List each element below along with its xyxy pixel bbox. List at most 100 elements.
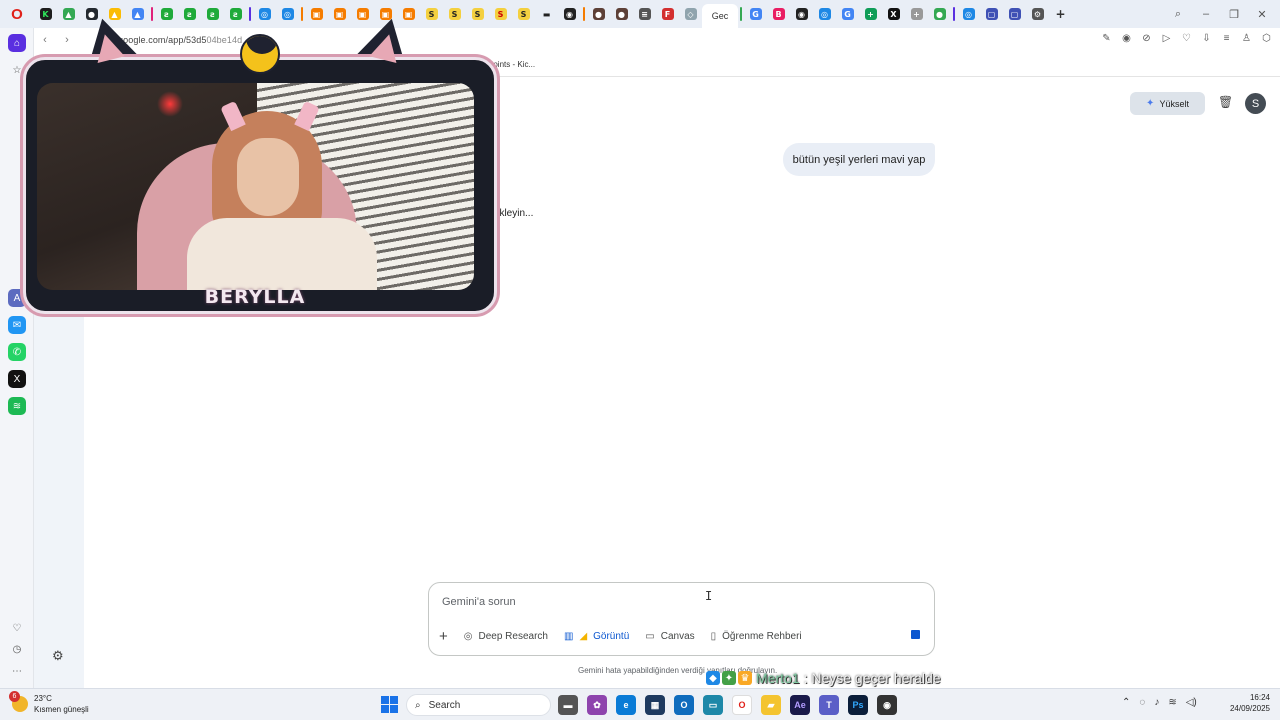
tab[interactable]: ◎ — [813, 3, 836, 25]
minimize-button[interactable]: – — [1200, 8, 1212, 20]
opera-icon[interactable]: O — [732, 695, 752, 715]
vpn-icon[interactable]: ⊘ — [1141, 33, 1152, 44]
clock[interactable]: 16:24 24/09/2025 — [1226, 692, 1270, 714]
tab[interactable]: ◎ — [957, 3, 980, 25]
microphone-icon[interactable]: ♪ — [1154, 697, 1159, 708]
tab-active[interactable]: Gec — [702, 4, 738, 28]
restore-button[interactable]: ❐ — [1228, 8, 1240, 21]
tab[interactable]: S — [512, 3, 535, 25]
tab[interactable]: S — [466, 3, 489, 25]
close-button[interactable]: ✕ — [1256, 8, 1268, 21]
tab[interactable]: ƨ — [201, 3, 224, 25]
upgrade-button[interactable]: ✦ Yükselt — [1130, 92, 1205, 115]
weather-widget[interactable]: 6 23°C Kısmen güneşli — [9, 691, 89, 715]
x-icon[interactable]: X — [8, 370, 26, 388]
copilot-icon[interactable]: ✿ — [587, 695, 607, 715]
after-effects-icon[interactable]: Ae — [790, 695, 810, 715]
tab[interactable]: + — [859, 3, 882, 25]
new-tab-button[interactable]: + — [1049, 3, 1072, 25]
spotify-icon[interactable]: ≋ — [8, 397, 26, 415]
chevron-up-icon[interactable]: ⌃ — [1122, 697, 1130, 708]
edge-icon[interactable]: e — [616, 695, 636, 715]
stop-button[interactable] — [911, 630, 920, 639]
tab[interactable]: X — [882, 3, 905, 25]
forward-button[interactable]: › — [56, 34, 78, 46]
tab[interactable]: + — [905, 3, 928, 25]
prompt-box[interactable]: Gemini'a sorun + ◎ Deep Research ▥ ◢ Gör… — [428, 582, 935, 656]
play-icon[interactable]: ▷ — [1161, 33, 1172, 44]
tab[interactable]: S — [443, 3, 466, 25]
tab[interactable]: ● — [610, 3, 633, 25]
tab[interactable]: ◉ — [790, 3, 813, 25]
temporary-chat-icon[interactable]: 🗑 — [1218, 95, 1233, 109]
tab[interactable]: S — [489, 3, 512, 25]
heart-icon[interactable]: ♡ — [1181, 33, 1192, 44]
tab[interactable]: K — [34, 3, 57, 25]
outlook-icon[interactable]: O — [674, 695, 694, 715]
tab[interactable]: ◇ — [679, 3, 702, 25]
heart-icon[interactable]: ♡ — [8, 619, 26, 637]
search-icon: ⌕ — [415, 699, 421, 711]
canvas-button[interactable]: ▭ Canvas — [645, 631, 694, 642]
avatar[interactable]: S — [1245, 93, 1266, 114]
teams-icon[interactable]: T — [819, 695, 839, 715]
settings-icon[interactable]: ⚙ — [52, 648, 64, 664]
download-icon[interactable]: ⇩ — [1201, 33, 1212, 44]
back-button[interactable]: ‹ — [34, 34, 56, 46]
prompt-input[interactable]: Gemini'a sorun — [442, 596, 516, 608]
whatsapp-icon[interactable]: ✆ — [8, 343, 26, 361]
messenger-icon[interactable]: ✉ — [8, 316, 26, 334]
camera-icon[interactable]: ◉ — [1121, 33, 1132, 44]
add-icon[interactable]: + — [439, 628, 448, 645]
tab[interactable]: ⚙ — [1026, 3, 1049, 25]
tab[interactable]: S — [420, 3, 443, 25]
learning-guide-button[interactable]: ▯ Öğrenme Rehberi — [711, 631, 802, 642]
file-explorer-icon[interactable]: ▬ — [558, 695, 578, 715]
history-icon[interactable]: ◷ — [8, 640, 26, 658]
home-icon[interactable]: ⌂ — [8, 34, 26, 52]
taskbar-search[interactable]: ⌕ Search — [406, 694, 551, 716]
tab[interactable]: ≡ — [633, 3, 656, 25]
tab-group-marker — [583, 7, 585, 21]
wifi-icon[interactable]: ≋ — [1168, 697, 1176, 708]
profile-icon[interactable]: ♙ — [1241, 33, 1252, 44]
tab[interactable]: ◉ — [558, 3, 581, 25]
folder-icon[interactable]: ▰ — [761, 695, 781, 715]
obs-icon[interactable]: ◉ — [877, 695, 897, 715]
deep-research-icon: ◎ — [463, 631, 473, 642]
edit-icon[interactable]: ✎ — [1101, 33, 1112, 44]
tab[interactable]: ▣ — [305, 3, 328, 25]
tab[interactable]: ▬ — [535, 3, 558, 25]
deep-research-button[interactable]: ◎ Deep Research — [464, 631, 548, 642]
search-icon[interactable]: ⌕ — [1172, 8, 1184, 21]
tab[interactable]: ◎ — [253, 3, 276, 25]
tab[interactable]: ▢ — [1003, 3, 1026, 25]
tab[interactable]: G — [836, 3, 859, 25]
extensions-icon[interactable]: ⬡ — [1261, 33, 1272, 44]
tab[interactable]: F — [656, 3, 679, 25]
monitor-icon[interactable]: ▭ — [703, 695, 723, 715]
tab[interactable]: ƨ — [178, 3, 201, 25]
image-button[interactable]: ▥ ◢ Görüntü — [564, 631, 629, 642]
tab[interactable]: ƨ — [155, 3, 178, 25]
tab[interactable]: ▢ — [980, 3, 1003, 25]
more-icon[interactable]: ⋯ — [8, 662, 26, 680]
windows-start-button[interactable] — [381, 696, 398, 713]
tab[interactable]: ▲ — [57, 3, 80, 25]
opera-logo[interactable]: O — [0, 0, 34, 28]
tab[interactable]: ƨ — [224, 3, 247, 25]
tab[interactable]: ◎ — [276, 3, 299, 25]
tab[interactable]: G — [744, 3, 767, 25]
tab[interactable]: B — [767, 3, 790, 25]
tab-strip: O K ▲ ● ▲ ▲ ƨ ƨ ƨ ƨ ◎ ◎ ▣ ▣ ▣ ▣ ▣ S S S … — [0, 0, 1280, 28]
photoshop-icon[interactable]: Ps — [848, 695, 868, 715]
store-icon[interactable]: ▦ — [645, 695, 665, 715]
menu-icon[interactable]: ≡ — [1221, 33, 1232, 44]
bookmark-item[interactable]: Points - Kic... — [488, 60, 535, 69]
tab[interactable]: ● — [928, 3, 951, 25]
network-icon[interactable]: ◌ — [1139, 697, 1145, 708]
canvas-icon: ▭ — [645, 631, 655, 642]
volume-icon[interactable]: ◁) — [1186, 697, 1197, 708]
tab[interactable]: ● — [587, 3, 610, 25]
tab[interactable]: ▣ — [328, 3, 351, 25]
